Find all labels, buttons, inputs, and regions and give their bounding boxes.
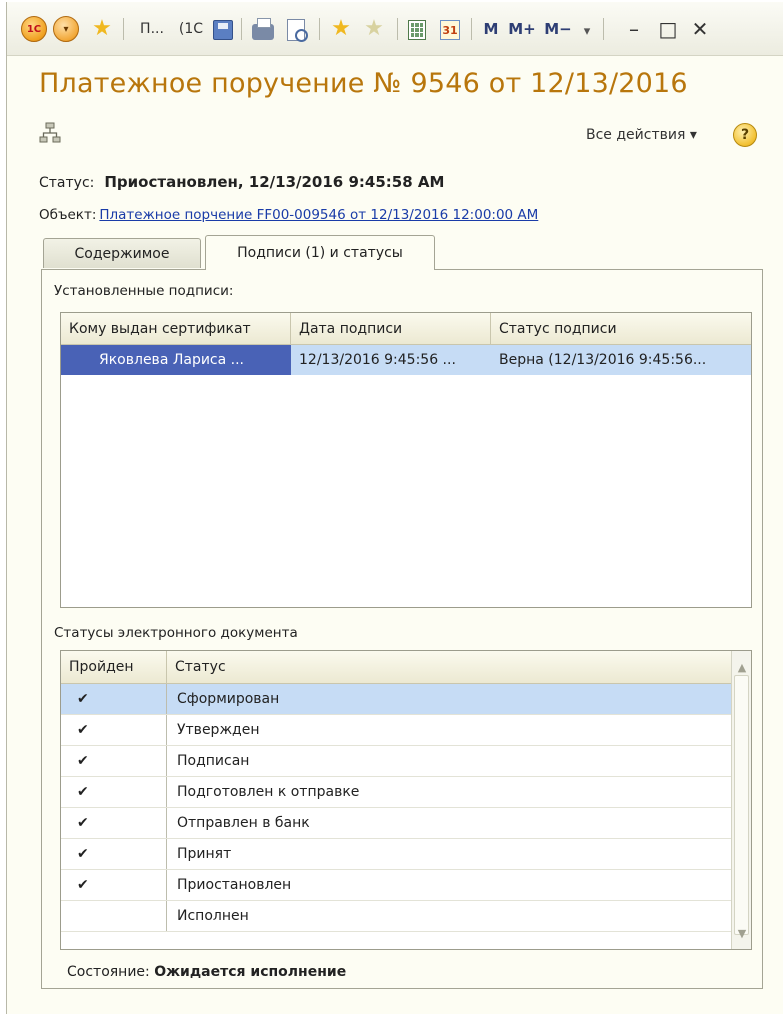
favorites-list-icon[interactable]: ★ — [361, 16, 387, 42]
column-signature-status[interactable]: Статус подписи — [491, 313, 751, 344]
tab-contents[interactable]: Содержимое — [43, 238, 201, 268]
calculator-icon[interactable] — [405, 18, 429, 42]
table-row[interactable]: Яковлева Лариса ... 12/13/2016 9:45:56 .… — [61, 345, 751, 375]
table-row[interactable]: Исполнен — [61, 901, 731, 932]
toolbar-dropdown-icon[interactable]: ▾ — [577, 20, 597, 42]
status-cell: Подписан — [177, 753, 250, 769]
table-row[interactable]: ✔ Подписан — [61, 746, 731, 777]
table-row[interactable]: ✔ Утвержден — [61, 715, 731, 746]
status-cell: Принят — [177, 846, 232, 862]
state-line: Состояние: Ожидается исполнение — [67, 964, 346, 980]
close-icon[interactable]: ✕ — [687, 16, 713, 42]
signatures-label: Установленные подписи: — [54, 283, 234, 299]
cell-certificate-holder: Яковлева Лариса ... — [61, 345, 291, 375]
doc-statuses-rows: ✔ Сформирован ✔ Утвержден ✔ Подписан ✔ Подготов… — [61, 684, 731, 932]
document-title: Платежное поручение № 9546 от 12/13/2016 — [39, 68, 688, 99]
status-value: Приостановлен, 12/13/2016 9:45:58 AM — [104, 173, 445, 191]
column-signature-date[interactable]: Дата подписи — [291, 313, 491, 344]
window-toolbar: 1C ▾ ★ П... (1С ★ ★ 31 M M+ M− ▾ – □ ✕ — [7, 2, 783, 56]
1c-logo-icon[interactable]: 1C — [21, 16, 47, 42]
object-label: Объект: — [39, 207, 97, 223]
status-cell: Подготовлен к отправке — [177, 784, 360, 800]
print-preview-icon[interactable] — [283, 17, 309, 43]
help-icon[interactable]: ? — [733, 123, 757, 147]
document-structure-icon[interactable] — [39, 122, 61, 144]
memory-add-button[interactable]: M+ — [505, 18, 539, 40]
table-row[interactable]: ✔ Принят — [61, 839, 731, 870]
table-row[interactable]: ✔ Подготовлен к отправке — [61, 777, 731, 808]
cell-signature-status: Верна (12/13/2016 9:45:56... — [499, 352, 707, 368]
table-row[interactable]: ✔ Приостановлен — [61, 870, 731, 901]
passed-cell — [61, 901, 167, 931]
scroll-up-icon[interactable]: ▲ — [732, 657, 751, 677]
window-short-title[interactable]: П... — [131, 18, 173, 40]
main-menu-button[interactable]: ▾ — [53, 16, 79, 42]
print-icon[interactable] — [249, 18, 277, 44]
scroll-down-icon[interactable]: ▼ — [732, 923, 751, 943]
favorite-star-icon[interactable]: ★ — [89, 16, 115, 42]
column-certificate-holder[interactable]: Кому выдан сертификат — [61, 313, 291, 344]
passed-check-icon: ✔ — [61, 777, 167, 807]
doc-statuses-scrollbar[interactable]: ▲ ▼ — [731, 651, 751, 949]
passed-check-icon: ✔ — [61, 808, 167, 838]
signatures-table-header: Кому выдан сертификат Дата подписи Стату… — [61, 313, 751, 345]
document-window: 1C ▾ ★ П... (1С ★ ★ 31 M M+ M− ▾ – □ ✕ П… — [6, 2, 783, 1014]
passed-check-icon: ✔ — [61, 715, 167, 745]
column-passed[interactable]: Пройден — [61, 651, 167, 683]
tab-panel: Установленные подписи: Кому выдан сертиф… — [41, 269, 763, 989]
state-value: Ожидается исполнение — [154, 964, 347, 980]
doc-statuses-table-header: Пройден Статус — [61, 651, 751, 684]
state-label: Состояние: — [67, 964, 150, 980]
memory-button[interactable]: M — [479, 18, 503, 40]
signatures-table[interactable]: Кому выдан сертификат Дата подписи Стату… — [60, 312, 752, 608]
table-row[interactable]: ✔ Отправлен в банк — [61, 808, 731, 839]
status-cell: Отправлен в банк — [177, 815, 310, 831]
all-actions-menu[interactable]: Все действия ▾ — [586, 127, 697, 143]
doc-statuses-label: Статусы электронного документа — [54, 625, 298, 641]
column-status[interactable]: Статус — [167, 651, 751, 683]
app-label: (1С — [178, 21, 204, 37]
add-favorite-icon[interactable]: ★ — [327, 16, 355, 42]
passed-check-icon: ✔ — [61, 746, 167, 776]
minimize-icon[interactable]: – — [621, 16, 647, 42]
status-cell: Сформирован — [167, 684, 731, 714]
table-row[interactable]: ✔ Сформирован — [61, 684, 731, 715]
passed-check-icon: ✔ — [61, 839, 167, 869]
object-link[interactable]: Платежное порчение FF00-009546 от 12/13/… — [99, 207, 538, 223]
scroll-thumb[interactable] — [734, 675, 749, 935]
save-icon[interactable] — [211, 18, 235, 42]
tab-signatures-statuses[interactable]: Подписи (1) и статусы — [205, 235, 435, 270]
passed-check-icon: ✔ — [61, 870, 167, 900]
doc-statuses-table[interactable]: Пройден Статус ✔ Сформирован ✔ Утвержден ✔ По… — [60, 650, 752, 950]
status-line: Статус: Приостановлен, 12/13/2016 9:45:58… — [39, 173, 444, 191]
passed-check-icon: ✔ — [61, 684, 167, 714]
status-cell: Приостановлен — [177, 877, 292, 893]
object-line: Объект: Платежное порчение FF00-009546 от… — [39, 207, 538, 223]
cell-signature-date: 12/13/2016 9:45:56 ... — [299, 352, 456, 368]
maximize-icon[interactable]: □ — [655, 16, 681, 42]
status-cell: Утвержден — [177, 722, 260, 738]
status-cell: Исполнен — [177, 908, 249, 924]
memory-subtract-button[interactable]: M− — [541, 18, 575, 40]
status-label: Статус: — [39, 175, 95, 191]
calendar-icon[interactable]: 31 — [437, 18, 463, 42]
